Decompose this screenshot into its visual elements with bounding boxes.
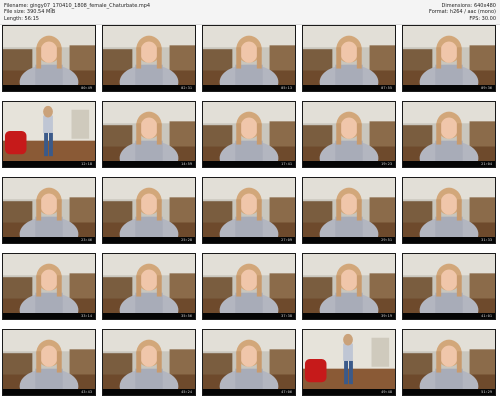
timestamp-label: 02:31 [181,86,192,90]
timestamp-label: 05:13 [281,86,292,90]
video-thumbnail: 39:19 [302,253,396,320]
fps-text: FPS: 30.00 [469,15,496,22]
video-thumbnail: 49:48 [302,329,396,396]
video-thumbnail: 19:23 [302,101,396,168]
video-thumbnail: 25:28 [102,177,196,244]
thumbnail-grid: 00:49 02:31 05:13 07:55 09:36 12:18 14:5… [0,24,500,400]
frame-image [3,178,95,237]
timestamp-label: 09:36 [481,86,492,90]
video-thumbnail: 02:31 [102,25,196,92]
frame-image [403,330,495,389]
timestamp-label: 17:41 [281,162,292,166]
frame-image [303,26,395,85]
stream-info: Dimensions: 640x480 Format: h264 / aac (… [429,3,496,22]
format-text: Format: h264 / aac (mono) [429,9,496,16]
video-thumbnail: 47:06 [202,329,296,396]
video-thumbnail: 09:36 [402,25,496,92]
frame-image [203,26,295,85]
timestamp-label: 41:01 [481,314,492,318]
video-thumbnail: 05:13 [202,25,296,92]
video-thumbnail: 41:01 [402,253,496,320]
length-text: Length: 56:15 [4,15,39,22]
timestamp-label: 12:18 [81,162,92,166]
frame-image [403,254,495,313]
video-thumbnail: 31:33 [402,177,496,244]
video-thumbnail: 07:55 [302,25,396,92]
timestamp-label: 14:59 [181,162,192,166]
frame-image [303,254,395,313]
timestamp-label: 49:48 [381,390,392,394]
timestamp-label: 51:29 [481,390,492,394]
frame-image [303,330,395,389]
video-thumbnail: 23:46 [2,177,96,244]
file-info: Filename: gingy07_170410_1808_female_Cha… [4,3,150,22]
video-thumbnail: 45:24 [102,329,196,396]
frame-image [403,26,495,85]
timestamp-label: 07:55 [381,86,392,90]
timestamp-label: 21:04 [481,162,492,166]
timestamp-label: 33:14 [81,314,92,318]
frame-image [403,102,495,161]
info-header: Filename: gingy07_170410_1808_female_Cha… [0,0,500,25]
video-thumbnail: 51:29 [402,329,496,396]
timestamp-label: 35:56 [181,314,192,318]
timestamp-label: 45:24 [181,390,192,394]
video-thumbnail: 12:18 [2,101,96,168]
timestamp-label: 29:51 [381,238,392,242]
frame-image [3,330,95,389]
frame-image [103,178,195,237]
frame-image [3,254,95,313]
frame-image [303,178,395,237]
frame-image [103,26,195,85]
frame-image [103,330,195,389]
frame-image [103,102,195,161]
video-thumbnail: 21:04 [402,101,496,168]
frame-image [203,102,295,161]
timestamp-label: 25:28 [181,238,192,242]
video-thumbnail: 37:38 [202,253,296,320]
frame-image [203,330,295,389]
frame-image [203,254,295,313]
frame-image [3,102,95,161]
timestamp-label: 31:33 [481,238,492,242]
frame-image [303,102,395,161]
frame-image [403,178,495,237]
timestamp-label: 00:49 [81,86,92,90]
video-thumbnail: 43:43 [2,329,96,396]
timestamp-label: 39:19 [381,314,392,318]
video-thumbnail: 00:49 [2,25,96,92]
timestamp-label: 27:09 [281,238,292,242]
timestamp-label: 37:38 [281,314,292,318]
video-thumbnail: 29:51 [302,177,396,244]
video-thumbnail: 35:56 [102,253,196,320]
video-thumbnail: 14:59 [102,101,196,168]
frame-image [3,26,95,85]
video-thumbnail: 27:09 [202,177,296,244]
timestamp-label: 19:23 [381,162,392,166]
timestamp-label: 43:43 [81,390,92,394]
frame-image [203,178,295,237]
timestamp-label: 47:06 [281,390,292,394]
video-thumbnail: 33:14 [2,253,96,320]
video-thumbnail: 17:41 [202,101,296,168]
timestamp-label: 23:46 [81,238,92,242]
frame-image [103,254,195,313]
